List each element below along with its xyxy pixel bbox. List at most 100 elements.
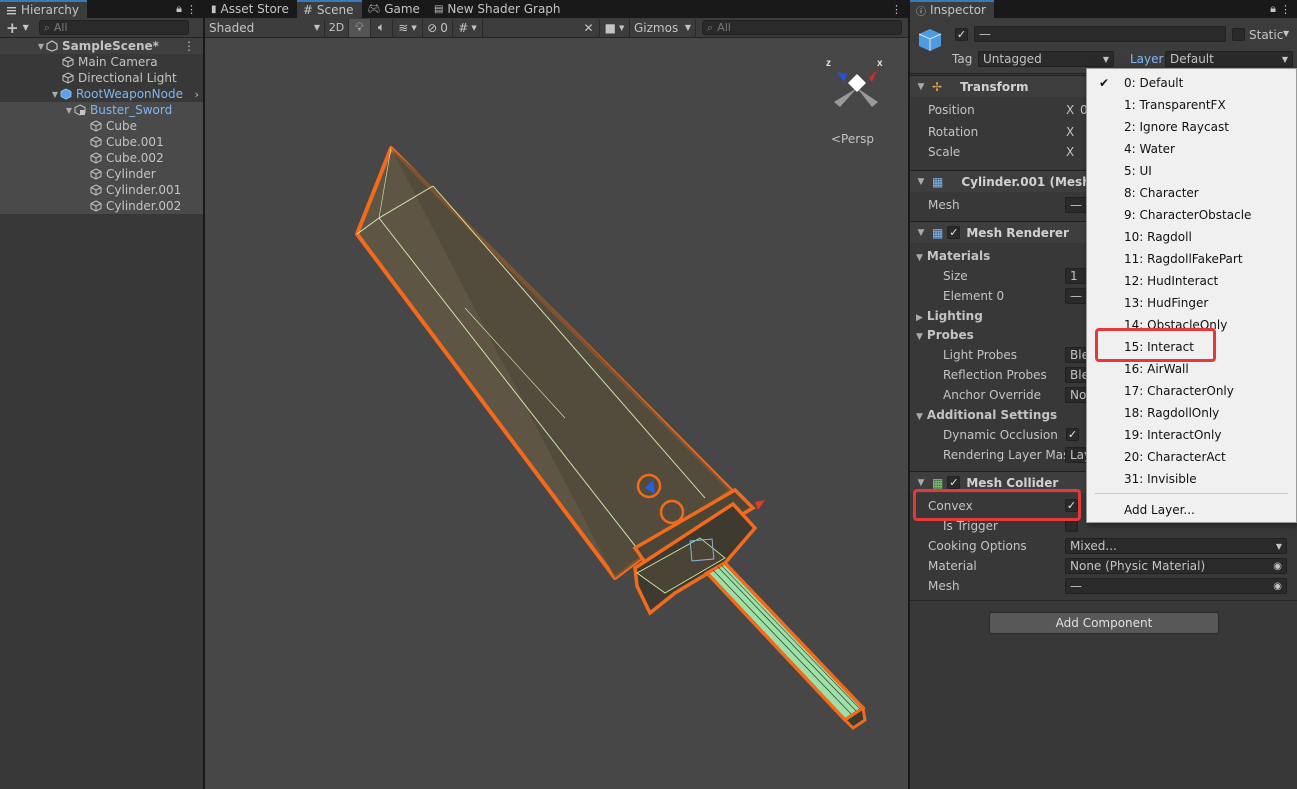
convex-checkbox[interactable]: ✓ bbox=[1065, 499, 1078, 512]
layer-menu-item[interactable]: 14: ObstacleOnly bbox=[1087, 314, 1296, 336]
expand-arrow-icon[interactable]: ▼ bbox=[50, 90, 60, 99]
layer-menu-item-label: 15: Interact bbox=[1124, 340, 1194, 354]
tools-icon[interactable]: ✕ bbox=[578, 18, 600, 37]
gizmos-dropdown[interactable]: Gizmos ▼ bbox=[630, 18, 696, 37]
expand-arrow-icon[interactable]: ▼ bbox=[36, 42, 46, 51]
layer-menu-item[interactable]: ✔ 0: Default bbox=[1087, 72, 1296, 94]
tab-asset-store[interactable]: ▮ Asset Store bbox=[205, 0, 297, 18]
grid-dropdown-icon[interactable]: # ▼ bbox=[453, 18, 483, 37]
expand-arrow-icon[interactable]: ▼ bbox=[64, 106, 74, 115]
dynamic-occlusion-checkbox[interactable]: ✓ bbox=[1066, 428, 1079, 441]
layer-menu-item[interactable]: 18: RagdollOnly bbox=[1087, 402, 1296, 424]
hierarchy-item-cylinder[interactable]: Cylinder bbox=[0, 166, 203, 182]
hierarchy-item-cube[interactable]: Cube bbox=[0, 118, 203, 134]
lock-icon[interactable]: 🔒︎ bbox=[176, 2, 182, 16]
layer-menu-item[interactable]: 19: InteractOnly bbox=[1087, 424, 1296, 446]
is-trigger-checkbox[interactable] bbox=[1065, 519, 1078, 532]
tag-dropdown[interactable]: Untagged ▼ bbox=[978, 51, 1114, 67]
object-picker-icon[interactable]: ◉ bbox=[1273, 581, 1282, 592]
hierarchy-item-cylinder-002[interactable]: Cylinder.002 bbox=[0, 198, 203, 214]
toggle-2d-button[interactable]: 2D bbox=[325, 18, 349, 37]
scale-x-label[interactable]: X bbox=[1066, 145, 1074, 159]
collider-material-field[interactable]: None (Physic Material) ◉ bbox=[1065, 558, 1287, 574]
tab-inspector[interactable]: ⓘ Inspector bbox=[910, 0, 994, 18]
scene-menu-icon[interactable]: ⋮ bbox=[183, 39, 195, 53]
hierarchy-item-cube-001[interactable]: Cube.001 bbox=[0, 134, 203, 150]
rotation-x-label[interactable]: X bbox=[1066, 125, 1074, 139]
layer-menu-item[interactable]: 2: Ignore Raycast bbox=[1087, 116, 1296, 138]
hilt-mesh[interactable] bbox=[704, 560, 867, 730]
position-x-label[interactable]: X bbox=[1066, 103, 1074, 117]
perspective-label[interactable]: <Persp bbox=[831, 132, 874, 146]
foldout-arrow-icon[interactable]: ▼ bbox=[914, 82, 928, 92]
effects-dropdown-icon[interactable]: ≋ ▼ bbox=[393, 18, 423, 37]
hierarchy-item-buster-sword[interactable]: ▼ Buster_Sword bbox=[0, 102, 203, 118]
foldout-arrow-icon[interactable]: ▼ bbox=[914, 478, 928, 488]
more-options-icon[interactable]: ⋮ bbox=[1280, 3, 1291, 16]
hierarchy-item-cylinder-001[interactable]: Cylinder.001 bbox=[0, 182, 203, 198]
create-button[interactable]: + bbox=[6, 19, 19, 37]
mesh-collider-enabled-checkbox[interactable]: ✓ bbox=[947, 476, 961, 489]
tab-game[interactable]: 🎮︎ Game bbox=[362, 0, 428, 18]
blade-mesh[interactable] bbox=[355, 146, 733, 580]
more-options-icon[interactable]: ⋮ bbox=[186, 3, 197, 16]
more-options-icon[interactable]: ⋮ bbox=[891, 3, 902, 16]
layer-menu-item[interactable]: 12: HudInteract bbox=[1087, 270, 1296, 292]
layer-menu-item[interactable]: 13: HudFinger bbox=[1087, 292, 1296, 314]
add-component-button[interactable]: Add Component bbox=[989, 612, 1219, 634]
static-checkbox[interactable] bbox=[1232, 28, 1245, 41]
foldout-arrow-icon[interactable]: ▶ bbox=[916, 313, 923, 323]
object-name-field[interactable]: — bbox=[974, 26, 1226, 42]
x-axis-handle-icon[interactable] bbox=[755, 500, 765, 510]
layer-menu-item[interactable]: 31: Invisible bbox=[1087, 468, 1296, 490]
layer-menu-item[interactable]: 8: Character bbox=[1087, 182, 1296, 204]
mesh-renderer-enabled-checkbox[interactable]: ✓ bbox=[947, 226, 961, 239]
layer-menu-item[interactable]: 17: CharacterOnly bbox=[1087, 380, 1296, 402]
chevron-right-icon[interactable]: › bbox=[195, 88, 199, 101]
layer-dropdown[interactable]: Default ▼ bbox=[1165, 51, 1293, 67]
object-picker-icon[interactable]: ◉ bbox=[1273, 561, 1282, 572]
hidden-objects-toggle[interactable]: ⊘ 0 bbox=[423, 18, 453, 37]
layer-menu-item[interactable]: 16: AirWall bbox=[1087, 358, 1296, 380]
active-checkbox[interactable]: ✓ bbox=[955, 28, 968, 41]
foldout-arrow-icon[interactable]: ▼ bbox=[916, 412, 923, 422]
scene-search-input[interactable]: ⌕ All bbox=[702, 20, 902, 35]
scene-root-row[interactable]: ▼ SampleScene* ⋮ bbox=[0, 38, 203, 54]
tab-scene[interactable]: # Scene bbox=[296, 0, 362, 18]
layer-menu-item[interactable]: 11: RagdollFakePart bbox=[1087, 248, 1296, 270]
tag-label: Tag bbox=[952, 52, 973, 66]
layer-menu-item[interactable]: 4: Water bbox=[1087, 138, 1296, 160]
audio-toggle-icon[interactable]: 🔈︎ bbox=[371, 18, 393, 37]
orientation-gizmo[interactable]: z x bbox=[822, 52, 892, 122]
hierarchy-item-rootweaponnode[interactable]: ▼ RootWeaponNode › bbox=[0, 86, 203, 102]
layer-menu-item[interactable]: 9: CharacterObstacle bbox=[1087, 204, 1296, 226]
info-icon: ⓘ bbox=[916, 6, 926, 18]
hierarchy-search-input[interactable]: ⌕ All bbox=[38, 20, 189, 35]
buster-sword-model[interactable] bbox=[205, 38, 908, 789]
size-value: 1 bbox=[1070, 269, 1078, 283]
layer-menu-item[interactable]: 5: UI bbox=[1087, 160, 1296, 182]
lighting-toggle-icon[interactable]: 💡︎ bbox=[349, 18, 371, 37]
foldout-arrow-icon[interactable]: ▼ bbox=[914, 177, 928, 187]
lock-icon[interactable]: 🔒︎ bbox=[1270, 2, 1276, 16]
tab-hierarchy[interactable]: Hierarchy bbox=[0, 0, 88, 18]
collider-mesh-field[interactable]: — ◉ bbox=[1065, 578, 1287, 594]
foldout-arrow-icon[interactable]: ▼ bbox=[916, 253, 923, 263]
layer-menu-item[interactable]: 20: CharacterAct bbox=[1087, 446, 1296, 468]
add-layer-menu-item[interactable]: Add Layer... bbox=[1087, 499, 1296, 521]
camera-dropdown-icon[interactable]: ■ ▼ bbox=[600, 18, 630, 37]
cooking-options-dropdown[interactable]: Mixed... ▼ bbox=[1065, 538, 1287, 554]
chevron-down-icon[interactable]: ▼ bbox=[23, 23, 29, 32]
tab-new-shader-graph[interactable]: ▤ New Shader Graph bbox=[428, 0, 569, 18]
hierarchy-item-main-camera[interactable]: Main Camera bbox=[0, 54, 203, 70]
scene-viewport[interactable]: z x <Persp bbox=[205, 38, 908, 789]
hierarchy-item-cube-002[interactable]: Cube.002 bbox=[0, 150, 203, 166]
shading-mode-dropdown[interactable]: Shaded ▼ bbox=[205, 18, 325, 37]
layer-menu-item[interactable]: 1: TransparentFX bbox=[1087, 94, 1296, 116]
foldout-arrow-icon[interactable]: ▼ bbox=[916, 332, 923, 342]
layer-menu-item-interact[interactable]: 15: Interact bbox=[1087, 336, 1296, 358]
layer-menu-item[interactable]: 10: Ragdoll bbox=[1087, 226, 1296, 248]
chevron-down-icon[interactable]: ▼ bbox=[1283, 29, 1289, 38]
foldout-arrow-icon[interactable]: ▼ bbox=[914, 228, 928, 238]
hierarchy-item-directional-light[interactable]: Directional Light bbox=[0, 70, 203, 86]
